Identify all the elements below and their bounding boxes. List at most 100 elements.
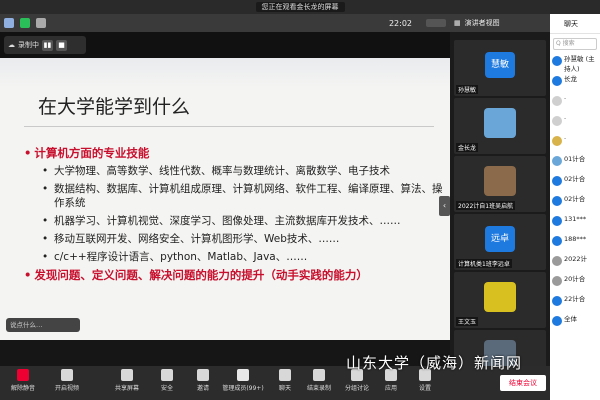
chat-message: 长龙: [550, 74, 600, 94]
sender-avatar: [552, 76, 562, 86]
security-shield-icon[interactable]: [20, 18, 30, 28]
chat-icon: [279, 369, 291, 381]
chat-message-text: 02计合: [564, 175, 586, 183]
window-control[interactable]: [426, 19, 446, 27]
bullet-item: 移动互联网开发、网络安全、计算机图形学、Web技术、……: [24, 232, 444, 246]
participants-icon: [237, 369, 249, 381]
toolbar-button-0[interactable]: 解除静音: [2, 369, 44, 392]
chat-message-text: 全体: [564, 315, 577, 323]
view-switcher[interactable]: ▦ 演讲者视图: [450, 14, 550, 32]
participant-avatar: [484, 108, 516, 138]
bullet-item: 机器学习、计算机视觉、深度学习、图像处理、主流数据库开发技术、……: [24, 214, 444, 228]
toolbar-label: 开启视频: [54, 385, 79, 392]
title-divider: [24, 126, 434, 127]
participant-avatar: 慧敏: [485, 52, 515, 78]
chat-title: 聊天: [550, 14, 600, 34]
toolbar-button-2[interactable]: 共享屏幕: [106, 369, 148, 392]
chat-message-text: ·: [564, 95, 567, 103]
bullet-item: 大学物理、高等数学、线性代数、概率与数理统计、离散数学、电子技术: [24, 164, 444, 178]
toolbar-label: 解除静音: [10, 385, 35, 392]
cloud-icon: ☁: [8, 41, 15, 49]
toolbar-label: 结束录制: [306, 385, 331, 392]
bullet-item: 数据结构、数据库、计算机组成原理、计算机网络、软件工程、编译原理、算法、操作系统: [24, 182, 444, 210]
info-icon[interactable]: [4, 18, 14, 28]
chat-message: ·: [550, 134, 600, 154]
sender-avatar: [552, 256, 562, 266]
chat-message-text: 长龙: [564, 75, 577, 83]
participant-name: 王文玉: [456, 317, 479, 326]
participant-tile[interactable]: 金长龙: [454, 98, 546, 154]
chat-message-text: 131***: [564, 215, 587, 223]
slide-title: 在大学能学到什么: [38, 96, 191, 118]
meeting-time: 22:02: [388, 18, 412, 28]
participant-name: 2022计自1班吴启航: [456, 201, 516, 210]
participant-name: 计算机类1班李远卓: [456, 259, 512, 268]
toolbar-button-4[interactable]: 邀请: [182, 369, 224, 392]
participant-column: 慧敏 孙慧敏 金长龙 2022计自1班吴启航 远卓 计算机类1班李远卓 王文玉: [450, 32, 550, 386]
participant-tile[interactable]: 远卓计算机类1班李远卓: [454, 214, 546, 270]
recording-bar: ☁ 录制中 ▮▮ ■: [0, 32, 450, 58]
security-icon: [161, 369, 173, 381]
chat-panel: 聊天 Q 搜索 孙慧敏 (主持人) 长龙 · · · 01计合 02计合 02计合 131***…: [550, 14, 600, 400]
sender-avatar: [552, 116, 562, 126]
chat-message: ·: [550, 94, 600, 114]
chat-message: 02计合: [550, 174, 600, 194]
sender-avatar: [552, 236, 562, 246]
toolbar-button-5[interactable]: 管理成员(99+): [222, 369, 264, 392]
view-label: 演讲者视图: [464, 19, 500, 27]
slide-top-band: [0, 58, 450, 88]
participant-tile[interactable]: 2022计自1班吴启航: [454, 156, 546, 212]
participant-tile[interactable]: 慧敏 孙慧敏: [454, 40, 546, 96]
microphone-icon: [17, 369, 29, 381]
participant-avatar: [484, 282, 516, 312]
signal-icon: [36, 18, 46, 28]
chat-message-text: 20计合: [564, 275, 586, 283]
collapse-panel-button[interactable]: ‹: [439, 196, 450, 216]
chat-message-text: 01计合: [564, 155, 586, 163]
chat-message: 01计合: [550, 154, 600, 174]
grid-icon: ▦: [454, 19, 461, 27]
chat-message-text: ·: [564, 135, 567, 143]
slide-heading: 计算机方面的专业技能: [24, 146, 444, 160]
toolbar-label: 管理成员(99+): [222, 385, 264, 392]
watermark: 山东大学（威海）新闻网: [346, 354, 523, 372]
chat-search-input[interactable]: Q 搜索: [553, 38, 597, 50]
chat-message-text: 188***: [564, 235, 587, 243]
shared-slide: 在大学能学到什么 计算机方面的专业技能 大学物理、高等数学、线性代数、概率与数理…: [0, 58, 450, 340]
share-screen-icon: [121, 369, 133, 381]
toolbar-button-7[interactable]: 结束录制: [298, 369, 340, 392]
chat-message: 131***: [550, 214, 600, 234]
sender-avatar: [552, 196, 562, 206]
comment-input[interactable]: 说点什么…: [6, 318, 80, 332]
chat-message: 全体: [550, 314, 600, 334]
toolbar-button-1[interactable]: 开启视频: [46, 369, 88, 392]
sender-avatar: [552, 56, 562, 66]
invite-icon: [197, 369, 209, 381]
sender-avatar: [552, 96, 562, 106]
sender-avatar: [552, 296, 562, 306]
sender-avatar: [552, 136, 562, 146]
sender-avatar: [552, 216, 562, 226]
sender-avatar: [552, 276, 562, 286]
chat-message: 20计合: [550, 274, 600, 294]
end-meeting-button[interactable]: 结束会议: [500, 375, 546, 391]
chat-message-text: ·: [564, 115, 567, 123]
slide-bullets: 计算机方面的专业技能 大学物理、高等数学、线性代数、概率与数理统计、离散数学、电…: [24, 146, 444, 282]
pause-recording-button[interactable]: ▮▮: [42, 39, 53, 51]
chat-message-text: 02计合: [564, 195, 586, 203]
stop-recording-button[interactable]: ■: [56, 39, 67, 51]
toolbar-label: 邀请: [196, 385, 209, 392]
chat-message-text: 22计合: [564, 295, 586, 303]
slide-highlight: 发现问题、定义问题、解决问题的能力的提升（动手实践的能力）: [24, 268, 444, 282]
chat-message: 02计合: [550, 194, 600, 214]
participant-name: 孙慧敏: [456, 85, 479, 94]
sender-avatar: [552, 316, 562, 326]
chat-message-list[interactable]: 孙慧敏 (主持人) 长龙 · · · 01计合 02计合 02计合 131*** 188*** 20…: [550, 54, 600, 334]
participant-tile[interactable]: 王文玉: [454, 272, 546, 328]
participant-avatar: [484, 166, 516, 196]
participant-avatar: 远卓: [485, 226, 515, 252]
chat-message: 22计合: [550, 294, 600, 314]
screen-share-banner: 您正在观看金长龙的屏幕: [0, 0, 600, 14]
toolbar-label: 设置: [418, 385, 431, 392]
chat-message-text: 2022计: [564, 255, 588, 263]
